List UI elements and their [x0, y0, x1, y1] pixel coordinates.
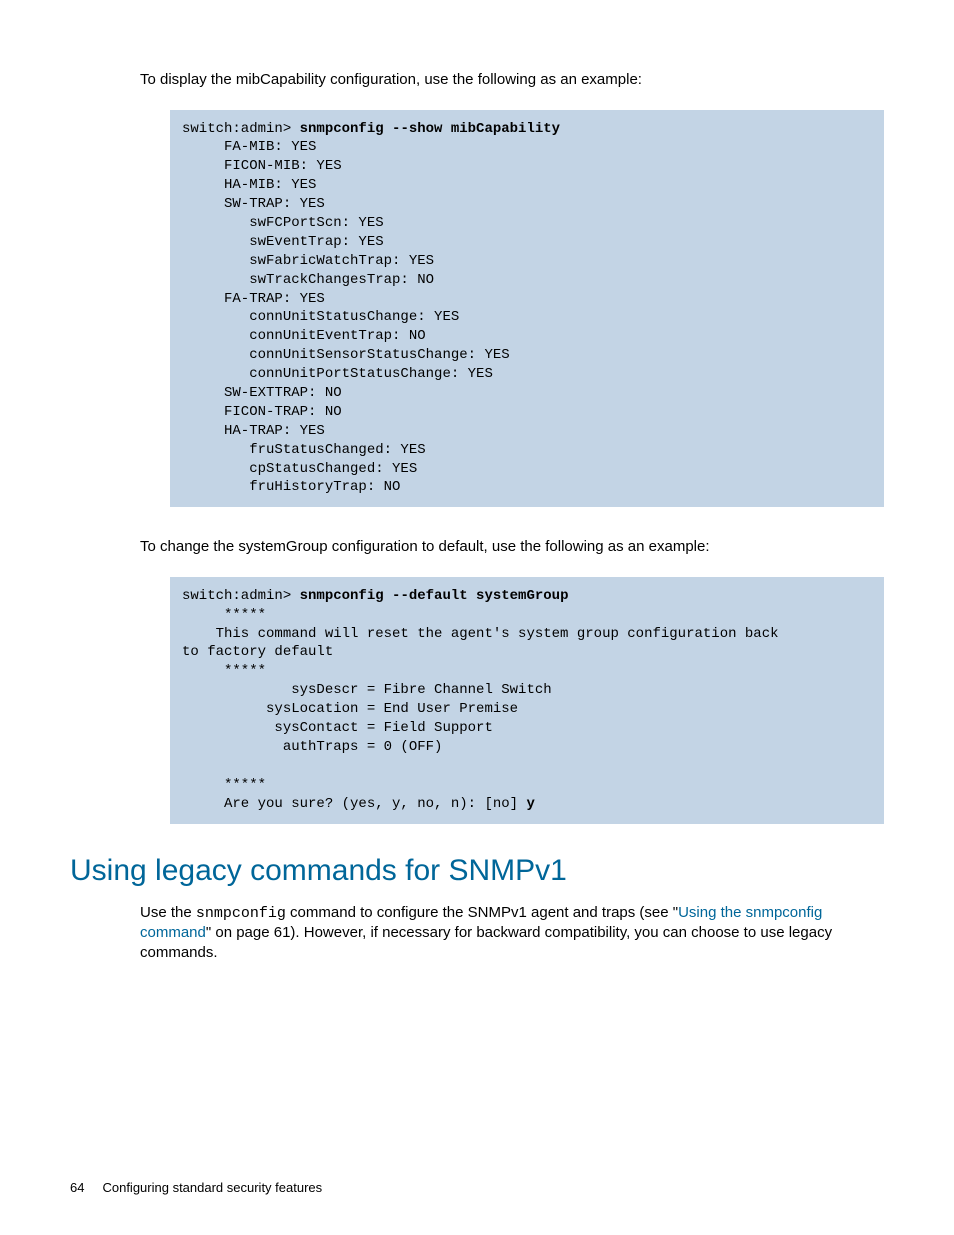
- code-command: snmpconfig --default systemGroup: [300, 588, 569, 604]
- code-output: ***** This command will reset the agent'…: [182, 607, 779, 812]
- para-t3: " on page 61). However, if necessary for…: [140, 924, 832, 961]
- code-command: snmpconfig --show mibCapability: [300, 121, 560, 137]
- intro-text-1: To display the mibCapability configurati…: [140, 70, 884, 90]
- page-footer: 64 Configuring standard security features: [70, 1180, 322, 1195]
- code-output: FA-MIB: YES FICON-MIB: YES HA-MIB: YES S…: [182, 139, 510, 495]
- section-heading: Using legacy commands for SNMPv1: [70, 854, 884, 888]
- code-confirm: y: [526, 796, 534, 812]
- section-paragraph: Use the snmpconfig command to configure …: [140, 903, 884, 963]
- footer-title: Configuring standard security features: [102, 1180, 322, 1195]
- para-t1: Use the: [140, 904, 196, 921]
- code-block-mibcapability: switch:admin> snmpconfig --show mibCapab…: [170, 110, 884, 508]
- inline-code-snmpconfig: snmpconfig: [196, 905, 286, 922]
- intro-text-2: To change the systemGroup configuration …: [140, 537, 884, 557]
- para-t2: command to configure the SNMPv1 agent an…: [286, 904, 678, 921]
- code-prompt: switch:admin>: [182, 121, 300, 137]
- code-prompt: switch:admin>: [182, 588, 300, 604]
- page-number: 64: [70, 1180, 84, 1195]
- code-block-systemgroup: switch:admin> snmpconfig --default syste…: [170, 577, 884, 824]
